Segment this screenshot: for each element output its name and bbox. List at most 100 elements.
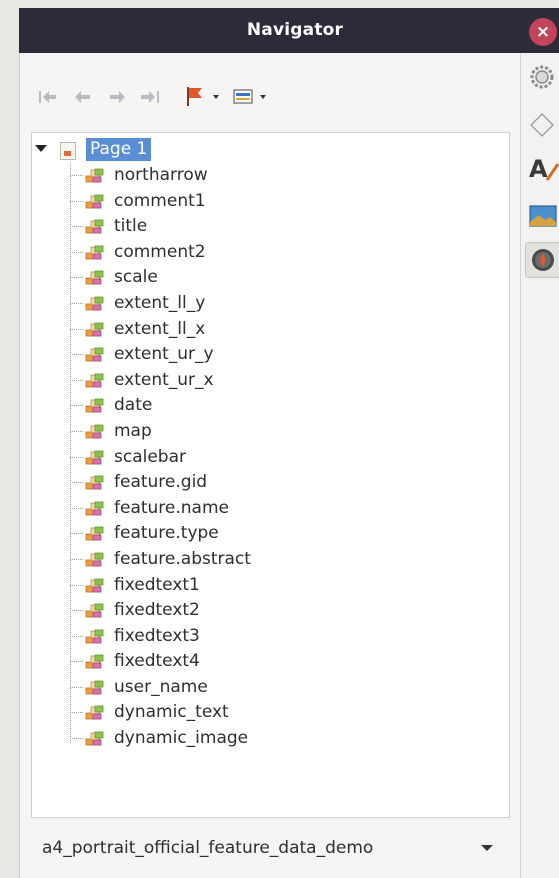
tree-item-label: extent_ll_x	[114, 318, 206, 339]
tree-item[interactable]: comment2	[32, 240, 472, 266]
report-field-icon	[85, 218, 105, 236]
tree-connector	[70, 635, 84, 637]
tree-item[interactable]: feature.gid	[32, 470, 472, 496]
page-icon	[60, 142, 76, 160]
tree-connector	[70, 200, 84, 202]
tree-item-label: scale	[114, 267, 158, 288]
tree-connector	[70, 328, 84, 330]
tree-connector	[70, 507, 84, 509]
tree-item[interactable]: extent_ll_x	[32, 317, 472, 343]
report-field-icon	[85, 346, 105, 364]
report-field-icon	[85, 372, 105, 390]
report-field-icon	[85, 653, 105, 671]
svg-text:A: A	[529, 155, 548, 183]
expand-arrow-icon[interactable]	[35, 145, 47, 152]
tree-root-label: Page 1	[86, 138, 152, 161]
dropdown-arrow-icon[interactable]	[481, 845, 493, 851]
tree-item[interactable]: fixedtext3	[32, 624, 472, 650]
display-mode-dropdown-icon[interactable]	[232, 84, 274, 110]
tree-item[interactable]: dynamic_image	[32, 726, 472, 752]
report-field-icon	[85, 167, 105, 185]
tree-item[interactable]: fixedtext2	[32, 598, 472, 624]
report-field-icon	[85, 551, 105, 569]
next-page-icon[interactable]	[106, 84, 128, 110]
tree-connector	[70, 533, 84, 535]
tree-item-label: extent_ur_y	[114, 344, 214, 365]
report-field-icon	[85, 704, 105, 722]
navigator-compass-icon[interactable]	[525, 242, 559, 278]
report-field-icon	[85, 321, 105, 339]
tree-item-label: extent_ur_x	[114, 369, 214, 390]
tree-root-item[interactable]: Page 1	[32, 137, 502, 162]
content-tree[interactable]: Page 1 northarrow comment1 title comment2 sc…	[31, 132, 510, 818]
window-title: Navigator	[246, 20, 344, 40]
tree-item[interactable]: comment1	[32, 189, 472, 215]
tree-item[interactable]: northarrow	[32, 163, 472, 189]
tree-connector	[70, 405, 84, 407]
tree-item-label: map	[114, 420, 152, 441]
report-field-icon	[85, 449, 105, 467]
report-field-icon	[85, 423, 105, 441]
tree-item-label: date	[114, 395, 153, 416]
report-field-icon	[85, 628, 105, 646]
first-page-icon[interactable]	[36, 84, 60, 110]
report-field-icon	[85, 474, 105, 492]
tree-item-label: northarrow	[114, 165, 208, 185]
tree-connector	[70, 610, 84, 612]
tree-item-label: extent_ll_y	[114, 292, 206, 313]
tree-item[interactable]: user_name	[32, 675, 472, 701]
previous-page-icon[interactable]	[72, 84, 94, 110]
tree-item-label: fixedtext1	[114, 574, 200, 595]
close-button[interactable]: ×	[529, 18, 557, 46]
document-select[interactable]: a4_portrait_official_feature_data_demo	[31, 826, 508, 870]
tree-item-label: dynamic_image	[114, 728, 249, 749]
styles-diamond-icon[interactable]	[525, 108, 559, 142]
report-field-icon	[85, 525, 105, 543]
tree-item[interactable]: extent_ll_y	[32, 291, 472, 317]
tree-item-label: feature.name	[114, 497, 229, 518]
properties-gear-icon[interactable]	[525, 60, 559, 94]
tree-item[interactable]: date	[32, 393, 472, 419]
tree-item[interactable]: scalebar	[32, 445, 472, 471]
tree-item-label: feature.abstract	[114, 548, 251, 569]
tree-item[interactable]: extent_ur_x	[32, 368, 472, 394]
tree-item-label: comment2	[114, 241, 206, 262]
tree-item[interactable]: scale	[32, 265, 472, 291]
tree-item[interactable]: map	[32, 419, 472, 445]
tree-connector	[70, 661, 84, 663]
report-field-icon	[85, 269, 105, 287]
tree-connector	[70, 277, 84, 279]
report-field-icon	[85, 500, 105, 518]
tree-item[interactable]: fixedtext4	[32, 649, 472, 675]
tree-item[interactable]: feature.abstract	[32, 547, 472, 573]
report-field-icon	[85, 577, 105, 595]
title-bar[interactable]: Navigator	[19, 8, 559, 53]
tree-connector	[70, 686, 84, 688]
tree-item[interactable]: feature.name	[32, 496, 472, 522]
report-field-icon	[85, 397, 105, 415]
tree-connector	[70, 584, 84, 586]
tree-item[interactable]: feature.type	[32, 521, 472, 547]
report-field-icon	[85, 602, 105, 620]
document-select-value: a4_portrait_official_feature_data_demo	[42, 838, 374, 858]
last-page-icon[interactable]	[138, 84, 162, 110]
tree-connector	[70, 251, 84, 253]
tree-connector	[70, 712, 84, 714]
report-field-icon	[85, 295, 105, 313]
tree-connector	[70, 456, 84, 458]
tree-item-label: user_name	[114, 676, 208, 697]
tree-item-label: comment1	[114, 190, 206, 211]
gallery-icon[interactable]	[525, 198, 559, 232]
tree-item[interactable]: title	[32, 214, 472, 240]
fontwork-icon[interactable]: A	[525, 150, 559, 184]
tree-connector	[70, 379, 84, 381]
flag-dropdown-icon[interactable]	[184, 84, 228, 110]
tree-connector	[70, 175, 84, 176]
tree-connector	[70, 738, 84, 740]
tree-item-label: fixedtext4	[114, 651, 200, 672]
tree-item[interactable]: fixedtext1	[32, 573, 472, 599]
tree-item-label: fixedtext3	[114, 625, 200, 646]
tree-item[interactable]: extent_ur_y	[32, 342, 472, 368]
tree-connector	[70, 354, 84, 356]
tree-item[interactable]: dynamic_text	[32, 700, 472, 726]
